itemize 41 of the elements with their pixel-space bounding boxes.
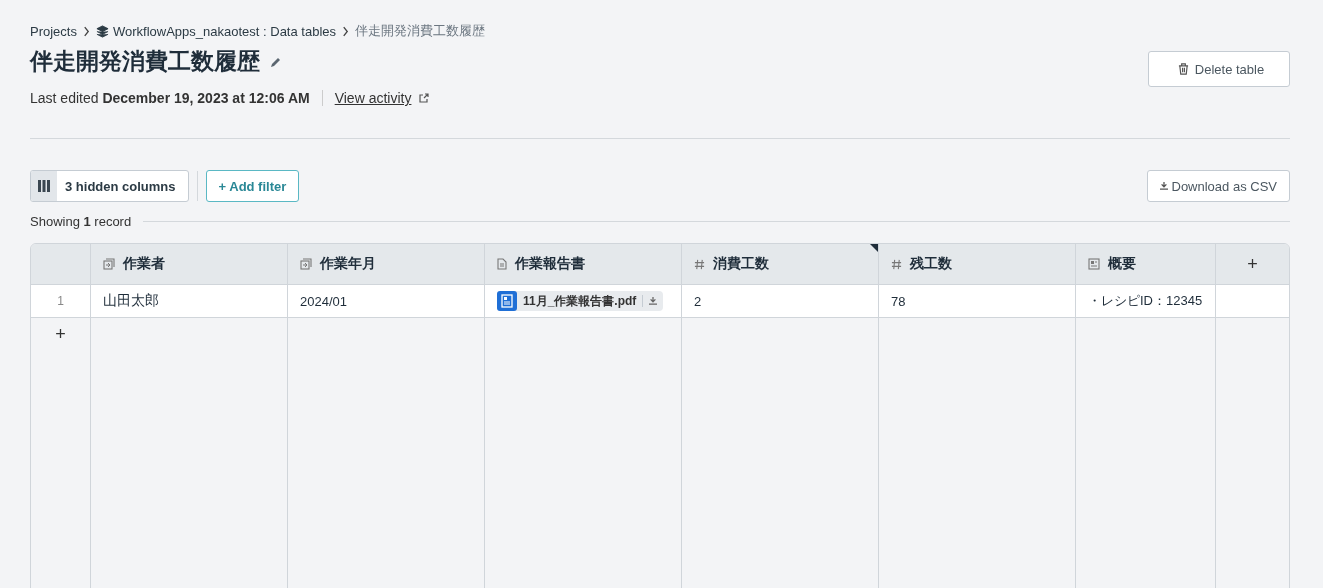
table-cell: 2024/01 bbox=[288, 285, 485, 317]
table-cell: 2 bbox=[682, 285, 879, 317]
view-activity-link[interactable]: View activity bbox=[334, 90, 412, 106]
hidden-columns-button[interactable]: 3 hidden columns bbox=[30, 170, 189, 202]
row-number: 1 bbox=[31, 285, 91, 317]
linked-record-icon bbox=[300, 258, 312, 270]
columns-icon bbox=[38, 180, 50, 192]
chevron-icon bbox=[82, 25, 90, 37]
add-column-button[interactable]: + bbox=[1243, 253, 1262, 275]
column-header[interactable]: 作業年月 bbox=[288, 244, 485, 284]
text-field-icon bbox=[1088, 258, 1100, 270]
linked-record-icon bbox=[103, 258, 115, 270]
table-cell: 78 bbox=[879, 285, 1076, 317]
delete-table-button[interactable]: Delete table bbox=[1148, 51, 1290, 87]
table-cell: 山田太郎 bbox=[91, 285, 288, 317]
breadcrumb-link[interactable]: Projects bbox=[30, 23, 77, 39]
download-icon bbox=[1159, 182, 1168, 190]
pencil-icon[interactable] bbox=[270, 55, 282, 68]
external-link-icon bbox=[419, 93, 430, 103]
hash-icon bbox=[891, 258, 902, 270]
chevron-icon bbox=[342, 25, 349, 37]
breadcrumb-link[interactable]: WorkflowApps_nakaotest : Data tables bbox=[112, 23, 336, 39]
column-header[interactable]: 作業者 bbox=[91, 244, 288, 284]
trash-icon bbox=[1177, 63, 1189, 75]
hash-icon bbox=[694, 258, 705, 270]
download-csv-button[interactable]: Download as CSV bbox=[1146, 170, 1290, 202]
record-count-text: Showing 1 record bbox=[30, 214, 132, 229]
document-icon bbox=[497, 258, 507, 270]
column-header[interactable]: 残工数 bbox=[879, 244, 1076, 284]
file-icon bbox=[497, 291, 517, 311]
table-cell: ・レシピID：12345 bbox=[1076, 285, 1216, 317]
add-row-button[interactable]: + bbox=[51, 324, 70, 345]
last-edited-text: Last edited December 19, 2023 at 12:06 AM bbox=[30, 90, 310, 106]
column-header[interactable]: 概要 bbox=[1076, 244, 1216, 284]
file-attachment[interactable]: 11月_作業報告書.pdf bbox=[497, 291, 664, 311]
column-header[interactable]: 消費工数 bbox=[682, 244, 879, 284]
column-header[interactable]: 作業報告書 bbox=[485, 244, 682, 284]
download-icon[interactable] bbox=[649, 297, 658, 305]
add-filter-button[interactable]: + Add filter bbox=[205, 170, 300, 202]
breadcrumb-link[interactable]: 伴走開発消費工数履歴 bbox=[355, 22, 485, 40]
page-title: 伴走開発消費工数履歴 bbox=[30, 47, 260, 76]
